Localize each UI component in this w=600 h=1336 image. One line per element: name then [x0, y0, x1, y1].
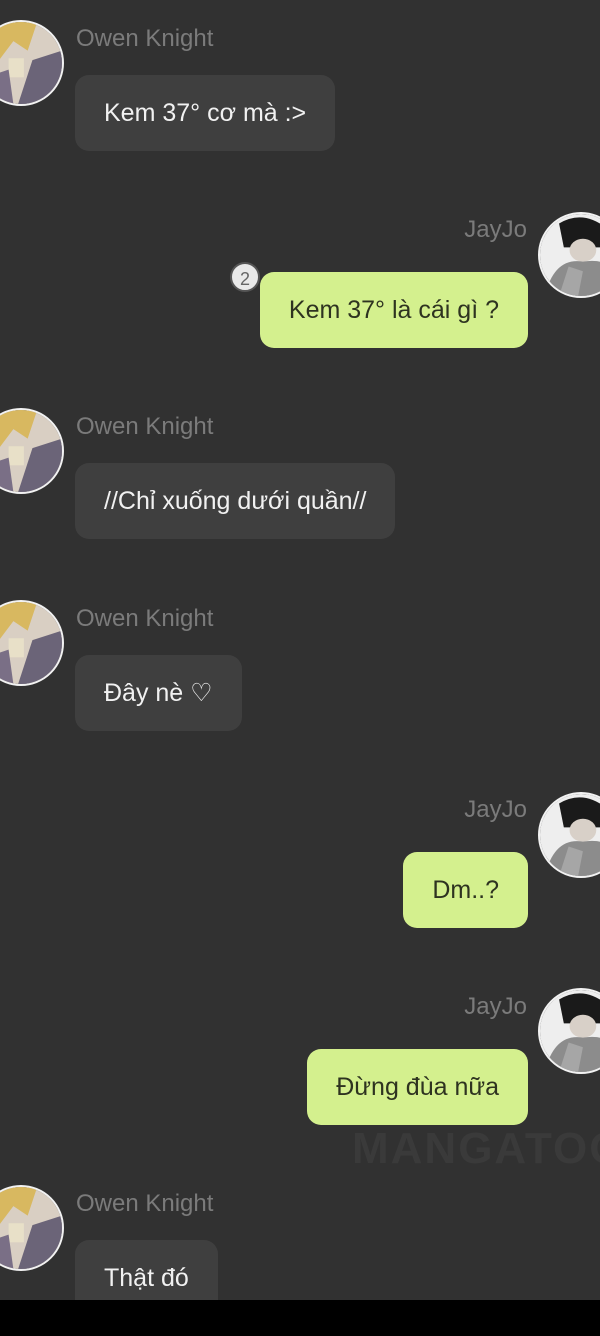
- message-bubble[interactable]: //Chỉ xuống dưới quần//: [75, 463, 396, 539]
- owen-knight-avatar[interactable]: [0, 1185, 64, 1271]
- message-bubble[interactable]: Kem 37° là cái gì ?: [259, 272, 528, 348]
- message-bubble[interactable]: Dm..?: [403, 852, 528, 928]
- sender-name: Owen Knight: [76, 605, 214, 632]
- message-bubble[interactable]: Kem 37° cơ mà :>: [75, 75, 336, 151]
- reply-count-badge[interactable]: 2: [230, 262, 260, 292]
- jayjo-avatar[interactable]: [538, 792, 600, 878]
- sender-name: JayJo: [464, 993, 527, 1020]
- jayjo-avatar[interactable]: [538, 988, 600, 1074]
- sender-name: Owen Knight: [76, 413, 214, 440]
- message-bubble[interactable]: Đừng đùa nữa: [307, 1049, 528, 1125]
- owen-knight-avatar[interactable]: [0, 20, 64, 106]
- watermark: MANGATOON: [352, 1124, 600, 1173]
- bottom-bar: [0, 1300, 600, 1336]
- message-bubble[interactable]: Đây nè ♡: [75, 655, 242, 731]
- sender-name: Owen Knight: [76, 25, 214, 52]
- jayjo-avatar[interactable]: [538, 212, 600, 298]
- sender-name: JayJo: [464, 796, 527, 823]
- owen-knight-avatar[interactable]: [0, 408, 64, 494]
- sender-name: JayJo: [464, 216, 527, 243]
- owen-knight-avatar[interactable]: [0, 600, 64, 686]
- sender-name: Owen Knight: [76, 1190, 214, 1217]
